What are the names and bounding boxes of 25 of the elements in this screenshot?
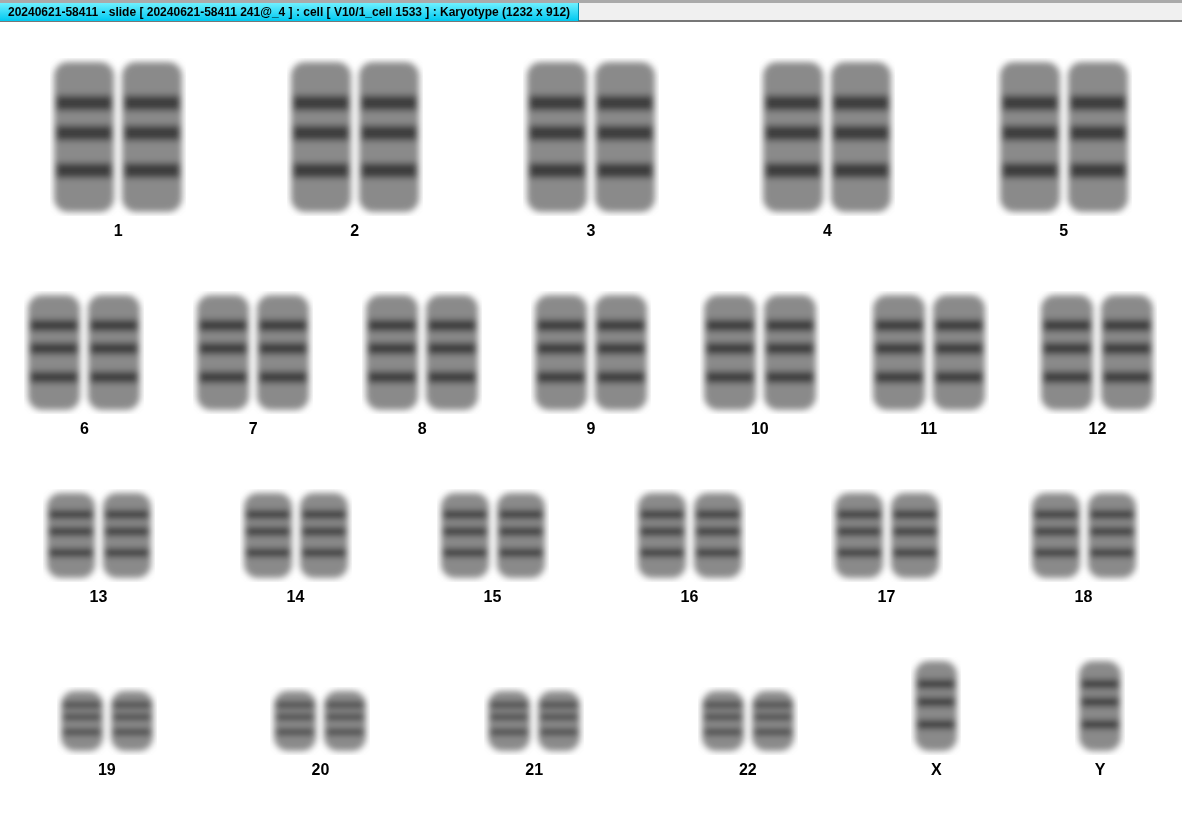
chromosome-label: 9 [586,419,596,438]
chromosome-label: 22 [738,761,757,780]
chromosome-label: 5 [1059,221,1069,240]
chromosome-label: 2 [350,221,360,240]
chromosome-label: 10 [750,419,769,438]
chromosome-label: 18 [1074,588,1093,607]
chromosome-label: 21 [525,761,544,780]
chromosome-label: 14 [286,588,305,607]
chromosome-label: 16 [680,588,699,607]
chromosome-label: 1 [113,221,123,240]
chromosome-label: 19 [97,761,116,780]
chromosome-label: 8 [417,419,427,438]
chromosome-label: 15 [483,588,502,607]
chromosome-label: 17 [877,588,896,607]
chromosome-label: 11 [920,419,938,438]
chromosome-label: 13 [89,588,108,607]
chromosome-label: 4 [822,221,832,240]
chromosome-label: X [931,761,942,780]
chromosome-label: 3 [586,221,596,240]
window-title: 20240621-58411 - slide [ 20240621-58411 241@_4 ] : cell [ V10/1_cell 1533 ] : Karyotype (1232 x 912) [0,2,580,21]
chromosome-label: Y [1094,761,1106,780]
chromosome-label: 12 [1088,419,1107,438]
chromosome-label: 20 [311,761,330,780]
chromosome-label: 7 [248,419,258,438]
chromosome-label: 6 [79,419,89,438]
